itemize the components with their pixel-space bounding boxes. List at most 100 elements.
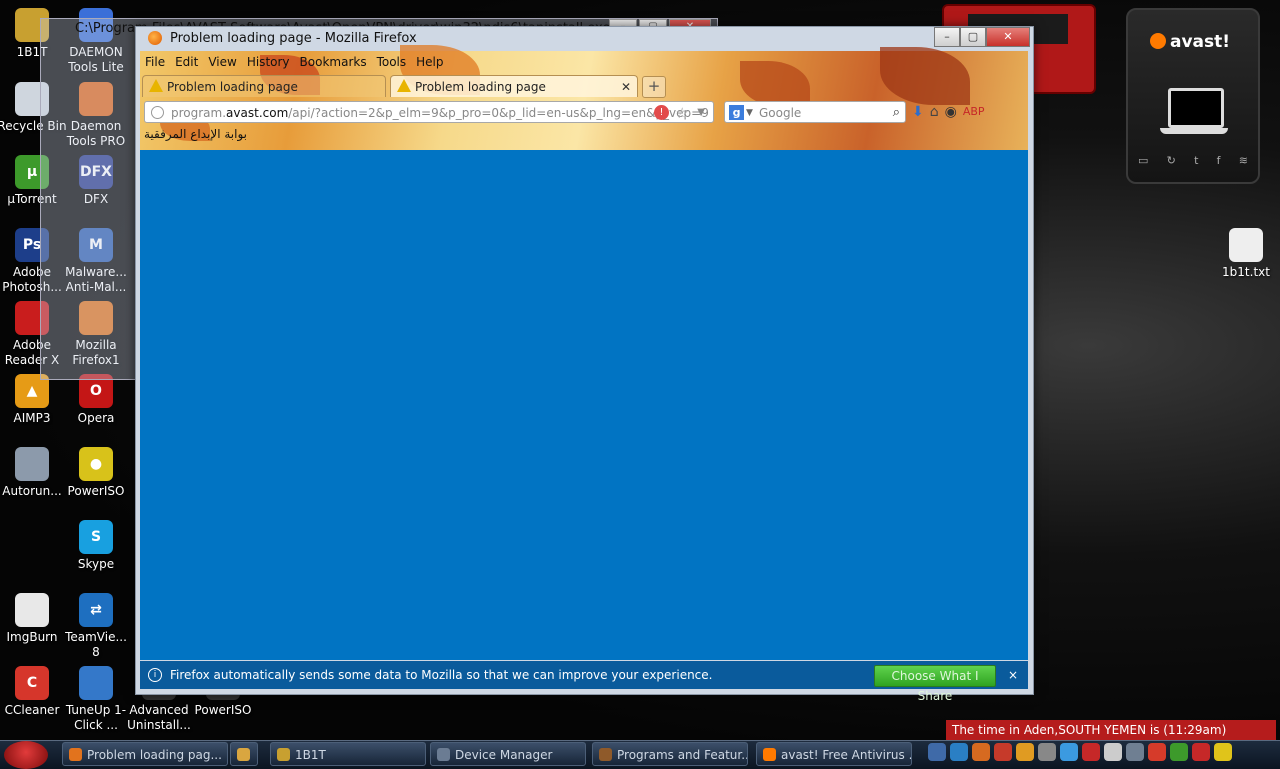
desktop-icon[interactable]: O Opera [60,374,132,426]
desktop-icon[interactable]: ▲ AIMP3 [0,374,68,426]
menu-view[interactable]: View [203,53,241,73]
desktop-icon[interactable]: ● PowerISO [60,447,132,499]
desktop-icon-label: ImgBurn [6,630,58,644]
google-icon[interactable]: g [729,105,744,120]
taskbar-item[interactable]: Problem loading pag... [62,742,228,766]
bookmark-star-icon[interactable]: ☆ [676,102,689,122]
desktop-icon[interactable]: ⇄ TeamVie... 8 [60,593,132,660]
tray-icon[interactable] [1016,743,1034,761]
app-icon: ● [79,447,113,481]
firefox-window[interactable]: Problem loading page - Mozilla Firefox –… [135,26,1034,703]
close-button[interactable]: ✕ [986,27,1030,47]
laptop-icon [1168,88,1224,128]
nav-toolbar-icons: ⬇ ⌂ ◉ ABP [912,101,985,123]
desktop-icon-label: 1b1t.txt [1222,265,1270,279]
window-icon[interactable]: ▭ [1138,154,1148,167]
system-tray [928,743,1232,761]
avast-logo: avast! [1150,32,1230,52]
tray-icon[interactable] [1170,743,1188,761]
tray-icon[interactable] [1038,743,1056,761]
tab-label: Problem loading page [415,80,546,94]
facebook-icon[interactable]: f [1217,154,1221,167]
tab-1[interactable]: Problem loading page [142,75,386,97]
tray-icon[interactable] [1214,743,1232,761]
start-button[interactable] [4,741,48,769]
minimize-button[interactable]: – [934,27,960,47]
sync-icon[interactable]: ◉ [945,101,957,123]
desktop-icon-label: AIMP3 [13,411,51,425]
desktop-icon-label: Skype [77,557,115,571]
app-icon [237,748,250,761]
app-icon: S [79,520,113,554]
menu-bookmarks[interactable]: Bookmarks [295,53,372,73]
avast-brand-label: avast! [1170,32,1231,52]
tab-2-active[interactable]: Problem loading page ✕ [390,75,638,97]
desktop-icon[interactable]: 1b1t.txt [1210,228,1280,280]
new-tab-button[interactable]: + [642,76,666,98]
desktop-icon[interactable]: Autorun... [0,447,68,499]
app-icon: C [15,666,49,700]
tray-icon[interactable] [1192,743,1210,761]
home-icon[interactable]: ⌂ [930,101,939,123]
tray-icon[interactable] [1148,743,1166,761]
taskbar-item[interactable] [230,742,258,766]
tray-icon[interactable] [1104,743,1122,761]
warning-icon [397,79,411,92]
menu-history[interactable]: History [242,53,295,73]
app-icon [277,748,290,761]
tab-close-icon[interactable]: ✕ [621,76,631,98]
time-banner: The time in Aden,SOUTH YEMEN is (11:29am… [946,720,1276,757]
url-bar[interactable]: program.avast.com/api/?action=2&p_elm=9&… [144,101,714,123]
search-placeholder: Google [759,106,802,120]
menu-file[interactable]: File [140,53,170,73]
notification-close-icon[interactable]: × [1008,661,1018,689]
rss-icon[interactable]: ≋ [1239,154,1248,167]
url-prefix: program. [171,106,227,120]
chevron-down-icon[interactable]: ▼ [697,102,705,122]
info-icon: i [148,668,162,682]
warning-icon [149,79,163,92]
avast-gadget[interactable]: avast! ▭ ↻ t f ≋ [1126,8,1260,184]
taskbar-item[interactable]: avast! Free Antivirus ... [756,742,912,766]
taskbar-item[interactable]: 1B1T [270,742,426,766]
refresh-icon[interactable]: ↻ [1167,154,1176,167]
taskbar-item[interactable]: Programs and Featur... [592,742,748,766]
taskbar-item-label: Programs and Featur... [617,748,748,762]
menu-help[interactable]: Help [411,53,448,73]
tray-icon[interactable] [994,743,1012,761]
download-icon[interactable]: ⬇ [912,101,924,123]
search-icon[interactable]: ⌕ [893,102,900,124]
firefox-icon [148,31,162,45]
tray-icon[interactable] [972,743,990,761]
tray-icon[interactable] [1126,743,1144,761]
taskbar: Problem loading pag... 1B1T Device Manager… [0,740,1280,769]
twitter-icon[interactable]: t [1194,154,1198,167]
window-title: Problem loading page - Mozilla Firefox [170,31,417,46]
desktop-icon[interactable]: C CCleaner [0,666,68,718]
app-icon [763,748,776,761]
tray-icon[interactable] [1082,743,1100,761]
menu-tools[interactable]: Tools [372,53,412,73]
tray-icon[interactable] [1060,743,1078,761]
chevron-down-icon[interactable]: ▼ [746,102,753,124]
tray-icon[interactable] [928,743,946,761]
maximize-button[interactable]: ▢ [960,27,986,47]
app-icon [15,447,49,481]
stop-icon[interactable]: ! [654,105,669,120]
choose-what-i-share-button[interactable]: Choose What I Share [874,665,996,703]
adblock-icon[interactable]: ABP [963,101,985,123]
app-icon [79,666,113,700]
desktop-icon-label: Autorun... [2,484,62,498]
search-box[interactable]: g ▼ Google ⌕ [724,101,906,123]
taskbar-item-label: avast! Free Antivirus ... [781,748,912,762]
desktop-icon-label: PowerISO [67,484,125,498]
taskbar-item[interactable]: Device Manager [430,742,586,766]
tab-label: Problem loading page [167,80,298,94]
bookmark-item[interactable]: بوابة الإبداع المرفقية [144,127,247,141]
desktop-icon[interactable]: ImgBurn [0,593,68,645]
desktop-icon[interactable]: S Skype [60,520,132,572]
menu-edit[interactable]: Edit [170,53,203,73]
tray-icon[interactable] [950,743,968,761]
desktop-icon[interactable]: TuneUp 1-Click ... [60,666,132,733]
app-icon [437,748,450,761]
